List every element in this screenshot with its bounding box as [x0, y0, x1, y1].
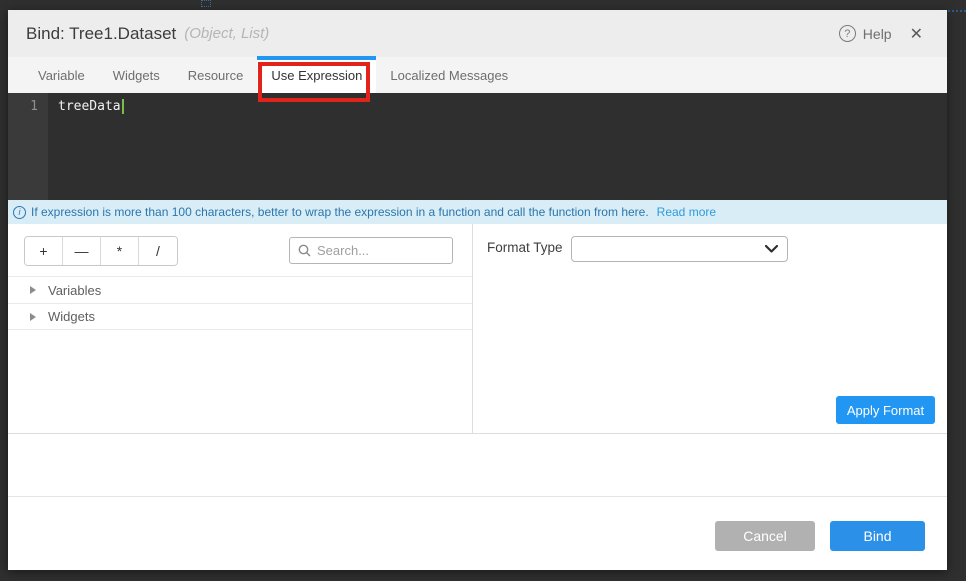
tab-variable[interactable]: Variable	[24, 57, 99, 93]
info-message: If expression is more than 100 character…	[31, 205, 649, 219]
search-input[interactable]	[317, 243, 444, 258]
dialog-subtitle: (Object, List)	[184, 25, 269, 42]
editor-code-line: treeData	[58, 99, 124, 114]
tree-item-widgets[interactable]: Widgets	[8, 303, 472, 330]
bind-dialog: Bind: Tree1.Dataset (Object, List) ? Hel…	[8, 10, 947, 570]
dialog-title: Bind: Tree1.Dataset	[26, 24, 176, 44]
bind-button[interactable]: Bind	[830, 521, 925, 551]
help-label: Help	[863, 26, 892, 42]
search-box	[289, 237, 453, 264]
expression-code-editor[interactable]: 1 treeData	[8, 93, 947, 200]
info-icon: i	[13, 206, 26, 219]
chevron-down-icon	[765, 245, 778, 253]
format-type-select[interactable]	[571, 236, 788, 262]
tab-localized-messages[interactable]: Localized Messages	[376, 57, 522, 93]
operator-minus-button[interactable]: —	[63, 237, 101, 265]
apply-format-button[interactable]: Apply Format	[836, 396, 935, 424]
empty-section	[8, 435, 947, 497]
tab-use-expression[interactable]: Use Expression	[257, 57, 376, 93]
editor-line-number: 1	[30, 99, 38, 114]
editor-code-text: treeData	[58, 99, 121, 114]
tab-resource[interactable]: Resource	[174, 57, 258, 93]
caret-right-icon	[30, 286, 36, 294]
expression-helper-panel: + — * / Variables	[8, 224, 473, 433]
help-button[interactable]: ? Help	[839, 25, 892, 42]
tree-item-variables[interactable]: Variables	[8, 276, 472, 303]
operator-multiply-button[interactable]: *	[101, 237, 139, 265]
info-banner: i If expression is more than 100 charact…	[8, 200, 947, 224]
search-icon	[298, 244, 311, 257]
canvas-selection-artifact	[201, 0, 211, 7]
read-more-link[interactable]: Read more	[657, 205, 716, 219]
close-icon[interactable]: ✕	[906, 22, 927, 46]
tab-widgets[interactable]: Widgets	[99, 57, 174, 93]
format-panel: Format Type Apply Format	[474, 224, 947, 433]
binding-source-tree: Variables Widgets	[8, 276, 472, 330]
operator-divide-button[interactable]: /	[139, 237, 177, 265]
tab-bar: Variable Widgets Resource Use Expression…	[8, 57, 947, 93]
tree-item-label: Widgets	[48, 309, 95, 324]
help-question-icon: ?	[839, 25, 856, 42]
editor-gutter: 1	[8, 93, 48, 200]
operator-plus-button[interactable]: +	[25, 237, 63, 265]
dialog-footer: Cancel Bind	[8, 498, 947, 570]
cancel-button[interactable]: Cancel	[715, 521, 815, 551]
tree-item-label: Variables	[48, 283, 101, 298]
dialog-header: Bind: Tree1.Dataset (Object, List) ? Hel…	[8, 10, 947, 57]
format-type-label: Format Type	[487, 240, 563, 255]
editor-text-cursor	[122, 99, 124, 114]
operator-button-group: + — * /	[24, 236, 178, 266]
caret-right-icon	[30, 313, 36, 321]
main-panels: + — * / Variables	[8, 224, 947, 434]
designer-canvas-background: Bind: Tree1.Dataset (Object, List) ? Hel…	[0, 0, 966, 581]
